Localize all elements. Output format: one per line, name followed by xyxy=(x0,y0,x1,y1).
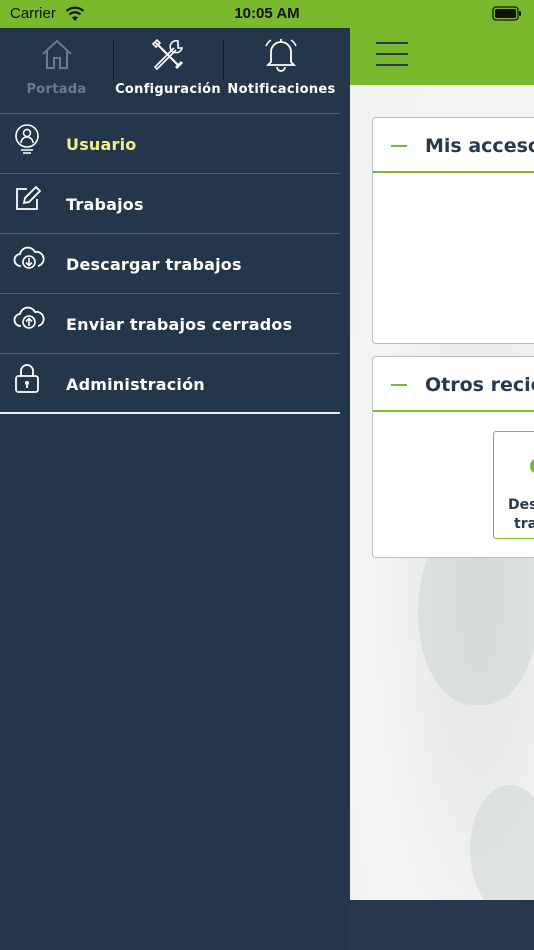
battery-icon xyxy=(492,6,521,21)
menu-item-trabajos[interactable]: Trabajos xyxy=(0,174,340,234)
lock-icon xyxy=(15,364,39,393)
bell-icon xyxy=(265,39,297,72)
cloud-download-icon xyxy=(13,246,45,269)
collapse-icon[interactable] xyxy=(391,145,407,147)
menu-item-label: Descargar trabajos xyxy=(66,255,242,274)
top-bar xyxy=(350,28,534,85)
shortcut-tile[interactable]: Des tra xyxy=(493,431,534,539)
user-icon xyxy=(15,124,39,154)
tile-label-line: Des xyxy=(508,497,534,513)
cloud-upload-icon xyxy=(13,306,45,329)
menu-item-administracion[interactable]: Administración xyxy=(0,354,340,414)
top-item-configuracion[interactable]: Configuración xyxy=(113,28,223,114)
collapse-icon[interactable] xyxy=(391,384,407,386)
card-title: Mis accesos xyxy=(425,135,534,157)
card-title: Otros recie xyxy=(425,374,534,396)
home-icon xyxy=(42,39,72,69)
menu-item-label: Usuario xyxy=(66,135,137,154)
menu-item-label: Enviar trabajos cerrados xyxy=(66,315,293,334)
main-content: Mis accesos Otros recie Des tra xyxy=(350,28,534,950)
top-item-label: Portada xyxy=(26,82,87,97)
side-drawer: Portada Configuración Notificaciones Usu… xyxy=(0,28,350,950)
menu-item-descargar-trabajos[interactable]: Descargar trabajos xyxy=(0,234,340,294)
tile-label: Des tra xyxy=(508,496,534,534)
drawer-menu: Usuario Trabajos Descargar trabajos Envi… xyxy=(0,114,340,414)
card-otros-recientes: Otros recie Des tra xyxy=(372,356,534,558)
top-item-portada[interactable]: Portada xyxy=(0,28,113,114)
background-map-shape xyxy=(470,785,534,915)
card-mis-accesos: Mis accesos xyxy=(372,117,534,344)
tile-label-line: tra xyxy=(514,516,534,532)
menu-item-label: Administración xyxy=(66,375,205,394)
menu-item-usuario[interactable]: Usuario xyxy=(0,114,340,174)
menu-item-enviar-trabajos-cerrados[interactable]: Enviar trabajos cerrados xyxy=(0,294,340,354)
card-header[interactable]: Mis accesos xyxy=(373,118,534,173)
hamburger-menu-icon[interactable] xyxy=(376,42,408,68)
drawer-top-nav: Portada Configuración Notificaciones xyxy=(0,28,340,114)
bottom-bar xyxy=(350,900,534,950)
status-bar: Carrier 10:05 AM xyxy=(0,0,534,28)
menu-item-label: Trabajos xyxy=(66,195,144,214)
top-item-label: Notificaciones xyxy=(227,82,336,97)
tile-icon xyxy=(530,458,534,474)
clock: 10:05 AM xyxy=(234,5,300,22)
tools-icon xyxy=(151,38,184,71)
card-header[interactable]: Otros recie xyxy=(373,357,534,412)
top-item-notificaciones[interactable]: Notificaciones xyxy=(223,28,340,114)
edit-icon xyxy=(16,185,41,210)
top-item-label: Configuración xyxy=(115,82,221,97)
